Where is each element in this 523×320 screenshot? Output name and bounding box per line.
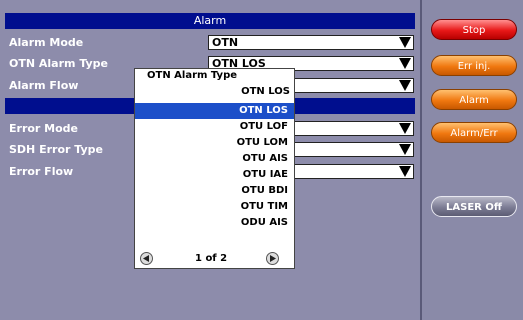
otn-alarm-type-label: OTN Alarm Type [9, 57, 109, 70]
side-button-panel: Stop Err inj. Alarm Alarm/Err LASER Off [420, 0, 523, 320]
popup-option[interactable]: OTU TIM [135, 199, 294, 215]
popup-option[interactable]: OTU LOM [135, 135, 294, 151]
sdh-error-type-label: SDH Error Type [9, 143, 103, 156]
error-flow-label: Error Flow [9, 165, 74, 178]
popup-title: OTN Alarm Type [147, 70, 238, 81]
err-inj-button[interactable]: Err inj. [431, 55, 517, 76]
page-indicator: 1 of 2 [195, 253, 228, 264]
otn-alarm-type-popup: OTN Alarm Type OTN LOS OTN LOS OTU LOF O… [134, 68, 295, 269]
popup-option-list: OTN LOS OTU LOF OTU LOM OTU AIS OTU IAE … [135, 103, 294, 231]
stop-button[interactable]: Stop [431, 19, 517, 40]
error-mode-label: Error Mode [9, 122, 79, 135]
arrow-left-icon[interactable] [140, 252, 153, 265]
popup-option[interactable]: OTU LOF [135, 119, 294, 135]
error-mode-dropdown-icon[interactable] [398, 122, 412, 135]
alarm-flow-label: Alarm Flow [9, 79, 79, 92]
popup-option[interactable]: OTN LOS [135, 103, 294, 119]
alarm-mode-select[interactable]: OTN [208, 35, 414, 50]
popup-option[interactable]: OTU BDI [135, 183, 294, 199]
popup-option[interactable]: ODU AIS [135, 215, 294, 231]
alarm-err-button[interactable]: Alarm/Err [431, 122, 517, 143]
alarm-flow-dropdown-icon[interactable] [398, 79, 412, 92]
error-flow-dropdown-icon[interactable] [398, 165, 412, 178]
otn-alarm-type-dropdown-icon[interactable] [398, 57, 412, 70]
popup-pager: 1 of 2 [135, 250, 294, 268]
main-panel: Alarm Alarm Mode OTN OTN Alarm Type OTN … [0, 0, 419, 320]
popup-current-value: OTN LOS [241, 86, 290, 97]
popup-option[interactable]: OTU IAE [135, 167, 294, 183]
alarm-section-header: Alarm [5, 13, 415, 29]
laser-off-button[interactable]: LASER Off [431, 196, 517, 217]
arrow-right-icon[interactable] [266, 252, 279, 265]
alarm-button[interactable]: Alarm [431, 89, 517, 110]
alarm-mode-label: Alarm Mode [9, 36, 84, 49]
alarm-mode-dropdown-icon[interactable] [398, 36, 412, 49]
popup-option[interactable]: OTU AIS [135, 151, 294, 167]
sdh-error-type-dropdown-icon[interactable] [398, 143, 412, 156]
